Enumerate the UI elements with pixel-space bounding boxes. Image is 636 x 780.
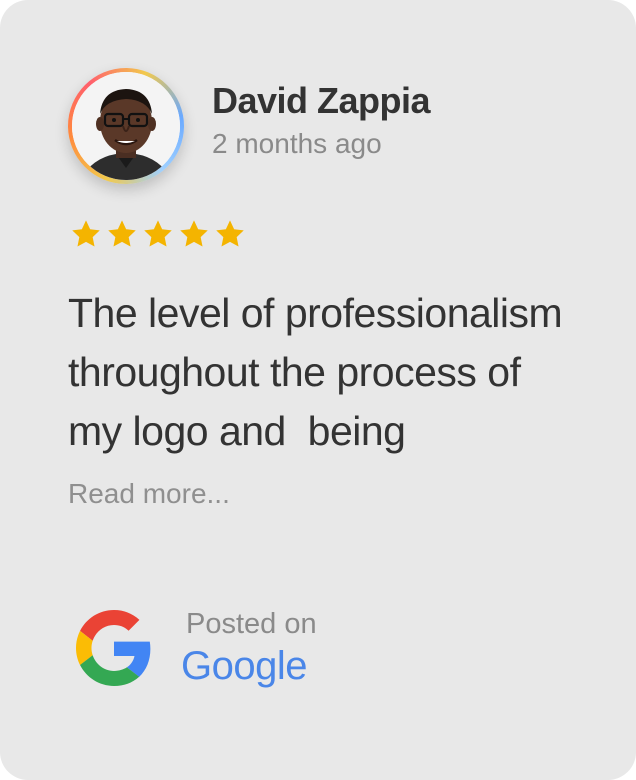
reviewer-avatar-photo <box>72 72 180 180</box>
review-text-line: my logo and being <box>68 408 406 454</box>
star-icon <box>142 218 174 250</box>
platform-link[interactable]: Google <box>181 644 307 689</box>
star-icon <box>214 218 246 250</box>
review-timestamp: 2 months ago <box>212 128 382 159</box>
review-text: The level of professionalism throughout t… <box>68 284 608 461</box>
avatar-photo <box>72 72 180 180</box>
reviewer-name: David Zappia <box>212 80 431 121</box>
read-more-link[interactable]: Read more... <box>68 478 230 510</box>
star-icon <box>70 218 102 250</box>
review-text-line: throughout the process of <box>68 349 521 395</box>
review-card: David Zappia 2 months ago The level of p… <box>0 0 636 780</box>
star-icon <box>178 218 210 250</box>
avatar <box>68 68 184 184</box>
posted-on-label: Posted on <box>186 608 317 640</box>
star-rating <box>70 218 246 250</box>
google-g-icon <box>76 610 152 686</box>
review-text-line: The level of professionalism <box>68 290 563 336</box>
star-icon <box>106 218 138 250</box>
